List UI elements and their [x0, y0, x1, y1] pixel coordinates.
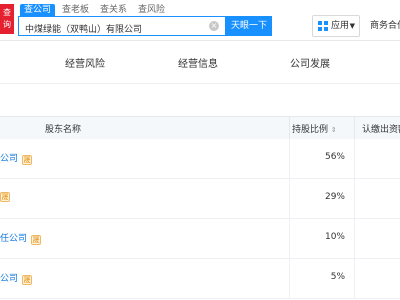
shareholder-badge-icon: 晟: [0, 192, 10, 202]
tab-relation[interactable]: 查关系: [96, 4, 131, 16]
shareholder-badge-icon: 晟: [22, 275, 33, 285]
column-divider: [354, 139, 355, 178]
table-row: 公司晟 5%: [0, 259, 400, 299]
shareholder-name-link[interactable]: 任公司晟: [0, 231, 42, 245]
sort-icon[interactable]: ⇕: [331, 126, 337, 134]
share-ratio-value: 10%: [324, 232, 345, 242]
app-menu-button[interactable]: 应用 ▼: [312, 15, 360, 37]
tab-boss[interactable]: 查老板: [58, 4, 93, 16]
column-divider: [289, 139, 290, 178]
shareholder-badge-icon: 晟: [31, 235, 42, 245]
header-share-ratio[interactable]: 持股比例 ⇕: [292, 122, 337, 135]
nav-business-risk[interactable]: 经营风险: [65, 55, 105, 70]
share-ratio-value: 29%: [324, 192, 345, 202]
column-divider: [289, 117, 290, 139]
share-ratio-value: 5%: [330, 272, 345, 282]
column-divider: [354, 117, 355, 139]
table-row: 任公司晟 10%: [0, 219, 400, 259]
share-ratio-label: 持股比例: [292, 125, 329, 135]
chevron-down-icon: ▼: [349, 22, 355, 30]
tab-risk[interactable]: 查风险: [134, 4, 169, 16]
apps-grid-icon: [318, 21, 328, 31]
tab-company[interactable]: 查公司: [20, 4, 56, 16]
clear-icon[interactable]: ×: [209, 21, 219, 31]
search-input[interactable]: [19, 19, 211, 38]
column-divider: [354, 259, 355, 298]
table-row: 晟 29%: [0, 179, 400, 219]
search-type-tabs: 查公司 查老板 查关系 查风险: [20, 4, 169, 16]
shareholder-name: 公司: [0, 274, 19, 284]
shareholder-name: 公司: [0, 154, 19, 164]
spacer: [0, 84, 400, 116]
shareholder-name-link[interactable]: 公司晟: [0, 271, 33, 285]
header-subscribed-capital: 认缴出资额: [362, 125, 400, 135]
shareholder-table-header: 股东名称 持股比例 ⇕ 认缴出资额: [0, 116, 400, 140]
column-divider: [289, 219, 290, 258]
column-divider: [354, 179, 355, 218]
shareholder-name-link[interactable]: 晟: [0, 191, 10, 202]
shareholder-badge-icon: 晟: [22, 155, 33, 165]
business-cooperation-link[interactable]: 商务合作: [370, 15, 400, 37]
share-ratio-value: 56%: [324, 152, 345, 162]
nav-company-development[interactable]: 公司发展: [290, 55, 330, 70]
column-divider: [354, 219, 355, 258]
table-row: 公司晟 56%: [0, 139, 400, 179]
top-bar: 查 询 查公司 查老板 查关系 查风险 × 天眼一下 应用 ▼ 商务合作: [0, 0, 400, 41]
section-nav: 经营风险 经营信息 公司发展: [0, 41, 400, 84]
app-menu-label: 应用: [331, 21, 350, 31]
column-divider: [289, 259, 290, 298]
search-button[interactable]: 天眼一下: [226, 16, 272, 36]
nav-business-info[interactable]: 经营信息: [178, 55, 218, 70]
shareholder-name: 任公司: [0, 234, 28, 244]
header-shareholder-name: 股东名称: [45, 125, 82, 135]
search-box: ×: [18, 16, 226, 38]
shareholder-name-link[interactable]: 公司晟: [0, 151, 33, 165]
column-divider: [289, 179, 290, 218]
site-logo[interactable]: 查 询: [0, 4, 14, 34]
